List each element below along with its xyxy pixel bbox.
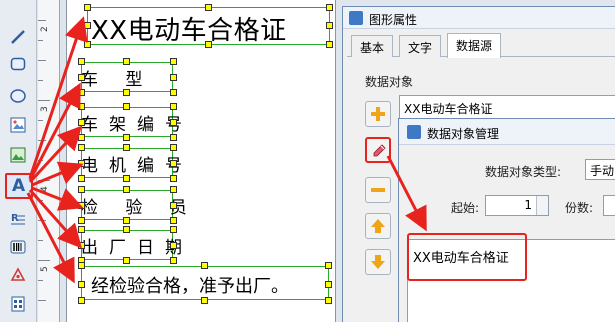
tab-text[interactable]: 文字 [399, 35, 442, 57]
row-label-inspector: 检 验 员 [81, 198, 198, 218]
move-down-button[interactable] [365, 249, 391, 275]
rich-text-tool-button[interactable]: R [7, 207, 29, 229]
ruler-label: 2 [40, 26, 50, 32]
design-canvas[interactable]: XX电动车合格证 车 型 车架编号 电机编号 检 验 员 出厂日期 经检验合格，… [60, 0, 342, 322]
data-object-group-label: 数据对象 [365, 75, 414, 89]
dialog-titlebar[interactable]: 图形属性 [343, 7, 615, 29]
content-highlight-box [407, 233, 527, 281]
remove-button[interactable] [365, 177, 391, 203]
ruler-label: 3 [40, 106, 50, 112]
text-tool-button[interactable]: A [5, 173, 33, 199]
edit-button[interactable] [365, 137, 391, 163]
move-up-button[interactable] [365, 213, 391, 239]
add-button[interactable] [365, 101, 391, 127]
data-type-label: 数据对象类型: [485, 165, 562, 179]
app-window: A R 2 3 4 5 XX电动车合格证 车 型 车架编号 电机编号 检 验 员… [0, 0, 615, 322]
data-object-item[interactable]: XX电动车合格证 [404, 100, 492, 117]
row-label-model: 车 型 [81, 70, 154, 90]
copies-stepper[interactable] [603, 195, 615, 216]
ruler-label: 4 [40, 186, 50, 192]
app-icon [349, 11, 363, 25]
label-paper: XX电动车合格证 车 型 车架编号 电机编号 检 验 员 出厂日期 经检验合格，… [66, 0, 336, 322]
data-type-select[interactable]: 手动 [585, 159, 615, 180]
data-tool-button[interactable] [7, 293, 29, 315]
dialog-title: 图形属性 [369, 13, 418, 27]
tab-basic[interactable]: 基本 [351, 35, 394, 57]
text-tool-icon: A [12, 176, 26, 196]
tab-bar: 基本 文字 数据源 [347, 33, 615, 58]
ellipse-tool-button[interactable] [7, 85, 29, 107]
start-stepper[interactable]: 1 [485, 195, 549, 216]
copies-label: 份数: [565, 201, 594, 215]
image-tool-button[interactable] [7, 114, 29, 136]
svg-text:R: R [11, 213, 19, 224]
vertical-ruler: 2 3 4 5 [38, 0, 60, 322]
app-icon [407, 125, 421, 139]
picture-tool-button[interactable] [7, 144, 29, 166]
ruler-label: 5 [40, 266, 50, 272]
label-footer: 经检验合格，准予出厂。 [91, 276, 289, 297]
label-title: XX电动车合格证 [91, 16, 287, 46]
start-label: 起始: [451, 201, 480, 215]
tab-data-source[interactable]: 数据源 [447, 33, 502, 58]
rectangle-tool-button[interactable] [7, 53, 29, 75]
start-value: 1 [524, 198, 532, 212]
stepper-arrows-icon[interactable] [536, 196, 548, 215]
barcode-tool-button[interactable] [7, 236, 29, 258]
dialog-title: 数据对象管理 [427, 127, 500, 141]
line-tool-button[interactable] [7, 26, 29, 48]
drawing-toolbar: A R [0, 0, 37, 322]
dialog-titlebar[interactable]: 数据对象管理 [399, 119, 615, 145]
qrcode-tool-button[interactable] [7, 264, 29, 286]
data-object-manager-dialog: 数据对象管理 数据对象类型: 手动 起始: 1 份数: XX电动车合格证 [398, 118, 615, 322]
